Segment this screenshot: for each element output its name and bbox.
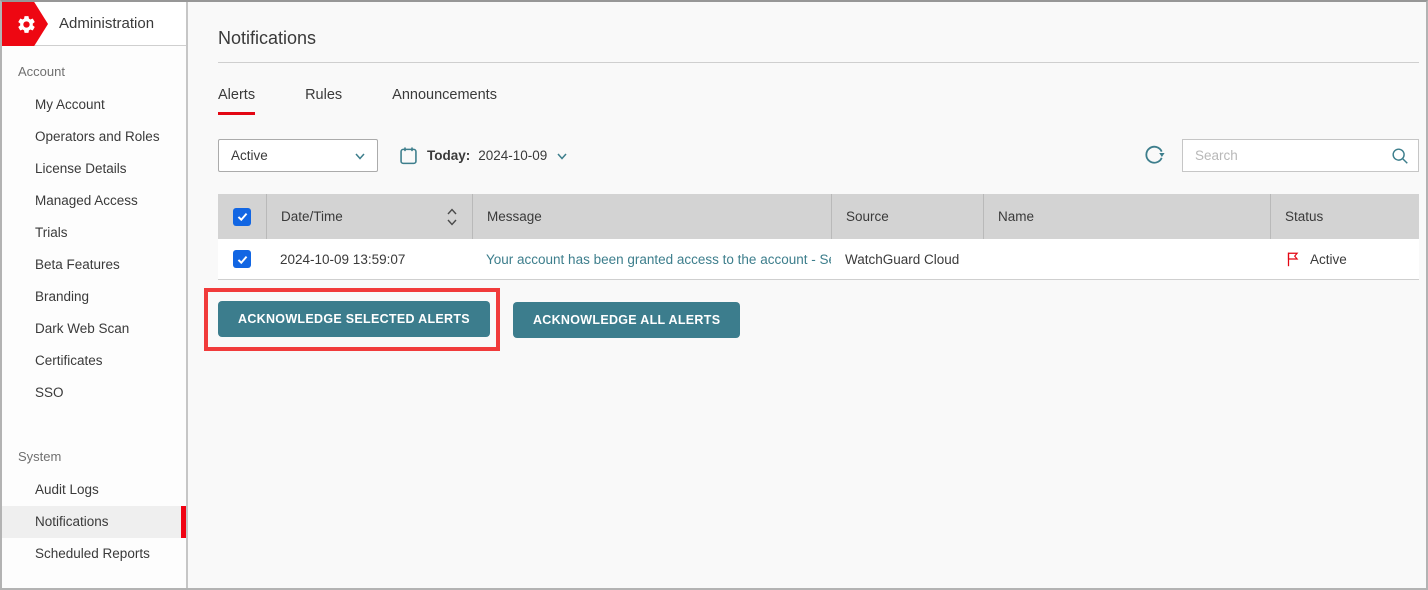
select-all-checkbox[interactable] bbox=[233, 208, 251, 226]
header-label-datetime: Date/Time bbox=[281, 209, 343, 224]
sidebar-header: Administration bbox=[2, 2, 186, 46]
acknowledge-all-alerts-button[interactable]: ACKNOWLEDGE ALL ALERTS bbox=[513, 302, 740, 338]
highlight-annotation-box: ACKNOWLEDGE SELECTED ALERTS bbox=[204, 288, 500, 351]
filter-right-group bbox=[1142, 139, 1419, 172]
row-cell-select bbox=[218, 250, 266, 268]
tab-announcements[interactable]: Announcements bbox=[392, 87, 497, 115]
status-label: Active bbox=[1310, 252, 1347, 267]
acknowledge-selected-alerts-button[interactable]: ACKNOWLEDGE SELECTED ALERTS bbox=[218, 301, 490, 337]
gear-icon bbox=[16, 14, 37, 35]
row-cell-status: Active bbox=[1270, 250, 1419, 268]
tab-bar: Alerts Rules Announcements bbox=[218, 87, 1419, 115]
header-cell-message[interactable]: Message bbox=[472, 194, 831, 239]
tab-alerts[interactable]: Alerts bbox=[218, 87, 255, 115]
status-filter-value: Active bbox=[231, 148, 353, 163]
sidebar-item-audit-logs[interactable]: Audit Logs bbox=[2, 474, 186, 506]
sidebar-item-sso[interactable]: SSO bbox=[2, 377, 186, 409]
main-content: Notifications Alerts Rules Announcements… bbox=[188, 2, 1426, 588]
alert-message-link[interactable]: Your account has been granted access to … bbox=[486, 252, 831, 267]
sort-icon[interactable] bbox=[446, 207, 458, 227]
section-label-system: System bbox=[2, 431, 186, 474]
chevron-down-icon bbox=[353, 149, 367, 163]
sidebar-item-notifications[interactable]: Notifications bbox=[2, 506, 186, 538]
row-cell-message: Your account has been granted access to … bbox=[472, 252, 831, 267]
header-cell-datetime[interactable]: Date/Time bbox=[266, 194, 472, 239]
flag-icon bbox=[1284, 250, 1302, 268]
sidebar-item-certificates[interactable]: Certificates bbox=[2, 345, 186, 377]
tab-rules[interactable]: Rules bbox=[305, 87, 342, 115]
header-cell-select bbox=[218, 194, 266, 239]
date-filter-label: Today: bbox=[427, 148, 470, 163]
sidebar-item-operators-and-roles[interactable]: Operators and Roles bbox=[2, 121, 186, 153]
refresh-icon[interactable] bbox=[1142, 144, 1166, 168]
alerts-table: Date/Time Message Source Name Status bbox=[218, 194, 1419, 280]
header-cell-name[interactable]: Name bbox=[983, 194, 1270, 239]
administration-banner bbox=[2, 2, 48, 46]
row-checkbox[interactable] bbox=[233, 250, 251, 268]
administration-page: Administration Account My Account Operat… bbox=[0, 0, 1428, 590]
search-icon[interactable] bbox=[1390, 146, 1410, 166]
table-header-row: Date/Time Message Source Name Status bbox=[218, 194, 1419, 239]
header-cell-status[interactable]: Status bbox=[1270, 194, 1419, 239]
sidebar-item-beta-features[interactable]: Beta Features bbox=[2, 249, 186, 281]
sidebar: Administration Account My Account Operat… bbox=[2, 2, 188, 588]
section-label-account: Account bbox=[2, 46, 186, 89]
row-cell-datetime: 2024-10-09 13:59:07 bbox=[266, 252, 472, 267]
search-input[interactable] bbox=[1195, 148, 1390, 163]
sidebar-item-license-details[interactable]: License Details bbox=[2, 153, 186, 185]
table-row: 2024-10-09 13:59:07 Your account has bee… bbox=[218, 239, 1419, 280]
sidebar-item-managed-access[interactable]: Managed Access bbox=[2, 185, 186, 217]
search-box bbox=[1182, 139, 1419, 172]
date-filter-value: 2024-10-09 bbox=[478, 148, 547, 163]
title-divider bbox=[218, 62, 1419, 63]
calendar-icon bbox=[398, 145, 419, 166]
sidebar-item-branding[interactable]: Branding bbox=[2, 281, 186, 313]
buttons-row: ACKNOWLEDGE SELECTED ALERTS ACKNOWLEDGE … bbox=[204, 288, 1419, 351]
status-filter-dropdown[interactable]: Active bbox=[218, 139, 378, 172]
sidebar-title: Administration bbox=[59, 15, 154, 32]
page-title: Notifications bbox=[218, 2, 1419, 49]
filter-row: Active Today: 2024-10-09 bbox=[218, 139, 1419, 172]
sidebar-item-trials[interactable]: Trials bbox=[2, 217, 186, 249]
sidebar-item-my-account[interactable]: My Account bbox=[2, 89, 186, 121]
date-filter[interactable]: Today: 2024-10-09 bbox=[398, 145, 569, 166]
header-cell-source[interactable]: Source bbox=[831, 194, 983, 239]
sidebar-item-scheduled-reports[interactable]: Scheduled Reports bbox=[2, 538, 186, 570]
chevron-down-icon bbox=[555, 149, 569, 163]
row-cell-source: WatchGuard Cloud bbox=[831, 252, 983, 267]
sidebar-item-dark-web-scan[interactable]: Dark Web Scan bbox=[2, 313, 186, 345]
